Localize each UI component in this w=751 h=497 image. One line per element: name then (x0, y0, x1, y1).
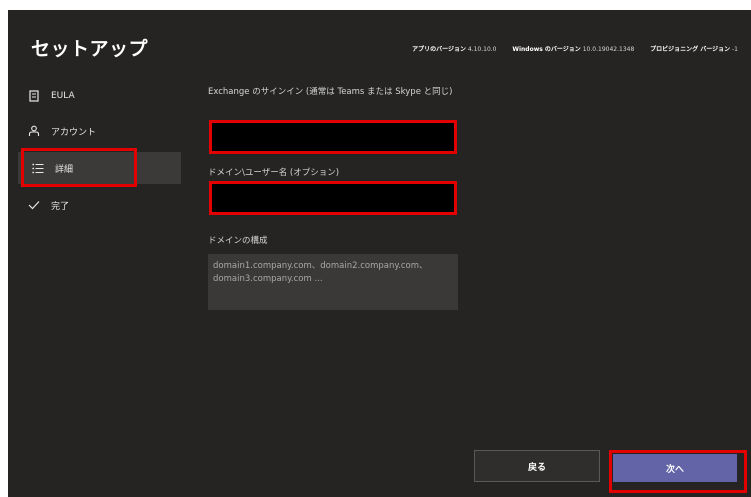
app-version-label: アプリのバージョン (412, 46, 466, 53)
document-icon (28, 90, 40, 102)
version-info: アプリのバージョン 4.10.10.0 Windows のバージョン 10.0.… (412, 44, 738, 53)
domain-username-label: ドメイン\ユーザー名 (オプション) (208, 168, 340, 178)
domain-config-textarea[interactable]: domain1.company.com、domain2.company.com、… (208, 254, 458, 310)
highlight-box-exchange (209, 120, 457, 154)
windows-version-label: Windows のバージョン (512, 46, 581, 53)
provisioning-version-value: -1 (732, 46, 738, 53)
person-icon (28, 125, 40, 137)
windows-version-value: 10.0.19042.1348 (582, 46, 635, 53)
back-button[interactable]: 戻る (474, 450, 600, 482)
sidebar-item-eula[interactable]: EULA (14, 80, 173, 112)
highlight-box-domain-user (209, 181, 457, 215)
sidebar-item-complete[interactable]: 完了 (14, 189, 173, 221)
domain-config-label: ドメインの構成 (208, 236, 268, 246)
sidebar-item-account[interactable]: アカウント (14, 115, 173, 147)
page-title: セットアップ (31, 38, 149, 60)
checkmark-icon (28, 199, 40, 211)
provisioning-version-label: プロビジョニング バージョン (650, 46, 731, 53)
sidebar-item-label: アカウント (51, 127, 97, 138)
exchange-signin-label: Exchange のサインイン (通常は Teams または Skype と同じ… (208, 87, 453, 97)
highlight-box-next (609, 450, 747, 493)
highlight-box-details (21, 148, 137, 187)
sidebar-item-label: 完了 (51, 201, 70, 212)
app-version-value: 4.10.10.0 (467, 46, 497, 53)
sidebar-item-label: EULA (51, 91, 75, 101)
